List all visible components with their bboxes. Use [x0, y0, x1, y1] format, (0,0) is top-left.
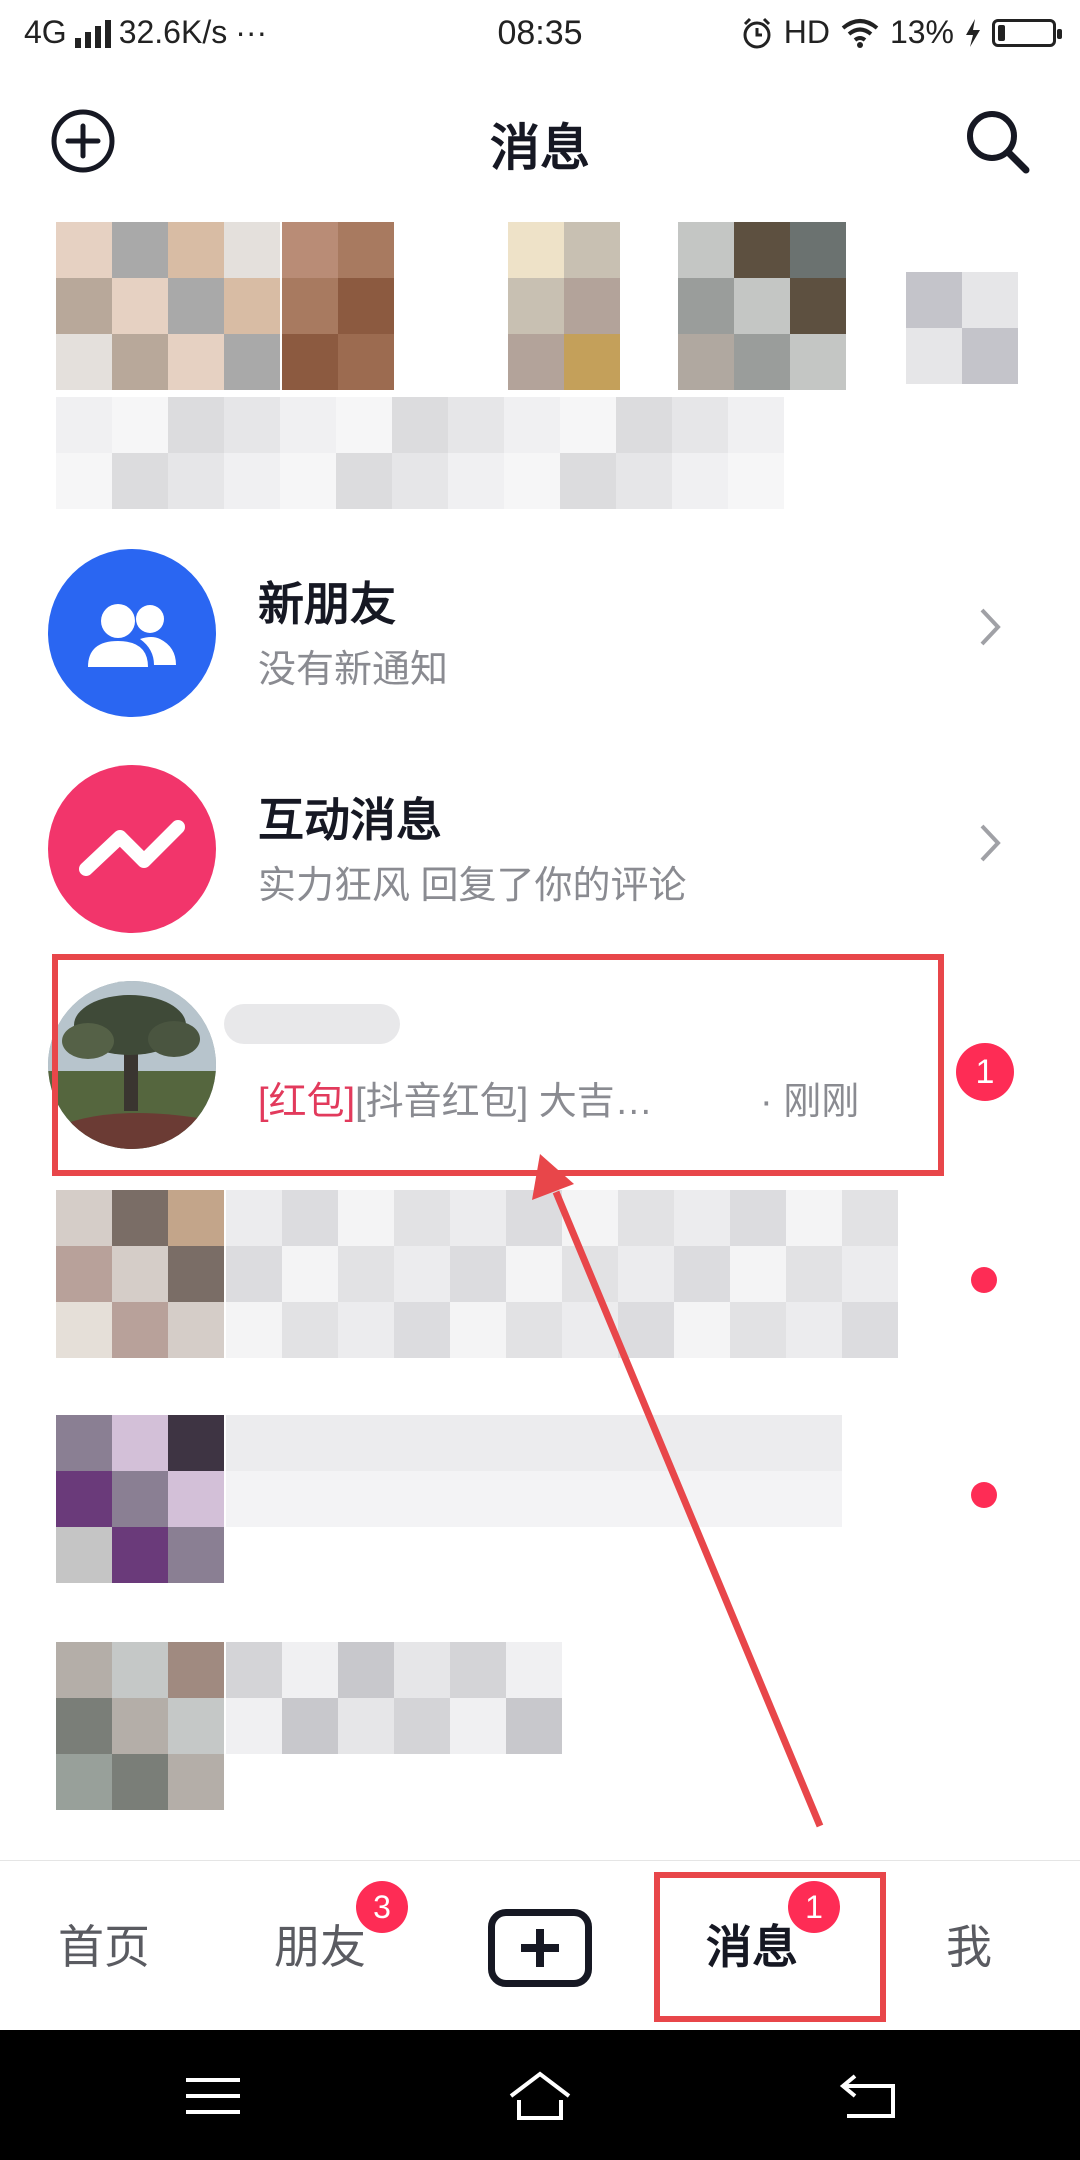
back-icon[interactable] — [833, 2066, 903, 2126]
nav-friends[interactable]: 朋友 — [274, 1911, 366, 1977]
annotation-arrow — [532, 1154, 824, 1828]
create-plus-button[interactable] — [488, 1909, 592, 1987]
system-nav-bar — [0, 2030, 1080, 2160]
nav-me[interactable]: 我 — [946, 1911, 992, 1977]
annotation-nav-highlight-box — [654, 1872, 886, 2022]
bottom-nav: 首页 朋友 3 消息 1 我 — [0, 1861, 1080, 2031]
menu-icon[interactable] — [178, 2066, 248, 2126]
nav-home[interactable]: 首页 — [58, 1911, 150, 1977]
friends-badge: 3 — [356, 1881, 408, 1933]
home-icon[interactable] — [505, 2066, 575, 2126]
